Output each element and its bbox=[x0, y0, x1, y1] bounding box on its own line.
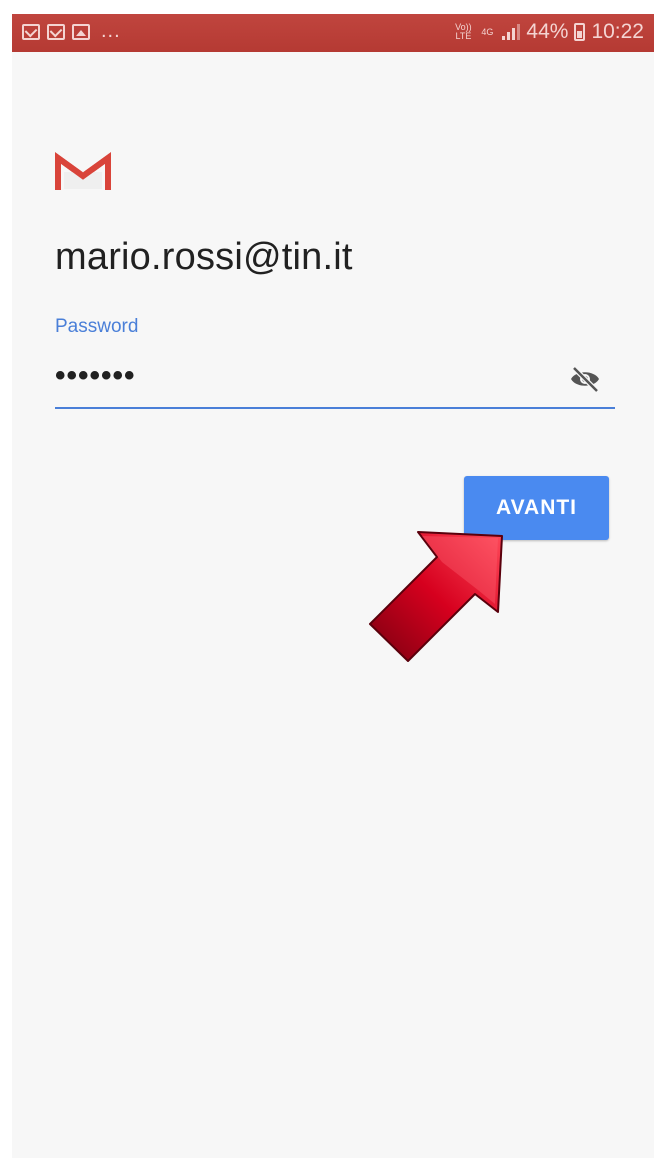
password-label: Password bbox=[55, 316, 139, 337]
password-field[interactable]: ••••••• bbox=[55, 349, 615, 409]
account-email: mario.rossi@tin.it bbox=[55, 236, 353, 278]
status-bar: ... Vo)) LTE 4G 44% 10:22 bbox=[12, 14, 654, 52]
volte-indicator: Vo)) LTE bbox=[455, 22, 472, 41]
more-notifications-text: ... bbox=[101, 20, 121, 42]
mail-notification-icon bbox=[47, 23, 65, 40]
system-icons: Vo)) LTE 4G 44% 10:22 bbox=[454, 20, 644, 44]
gmail-icon bbox=[55, 152, 111, 190]
eye-off-icon[interactable] bbox=[569, 365, 601, 393]
arrow-pointer-icon bbox=[369, 531, 503, 662]
network-type: 4G bbox=[481, 26, 494, 37]
app-screen: ... Vo)) LTE 4G 44% 10:22 mario.rossi@ti… bbox=[12, 14, 654, 1158]
battery-percent: 44% bbox=[526, 20, 569, 43]
mail-notification-icon bbox=[22, 23, 40, 40]
clock: 10:22 bbox=[591, 20, 644, 43]
battery-icon bbox=[574, 23, 586, 41]
password-value[interactable]: ••••••• bbox=[55, 359, 136, 393]
notification-icons: ... bbox=[22, 20, 121, 43]
image-notification-icon bbox=[72, 23, 90, 40]
signal-icon bbox=[502, 24, 521, 40]
